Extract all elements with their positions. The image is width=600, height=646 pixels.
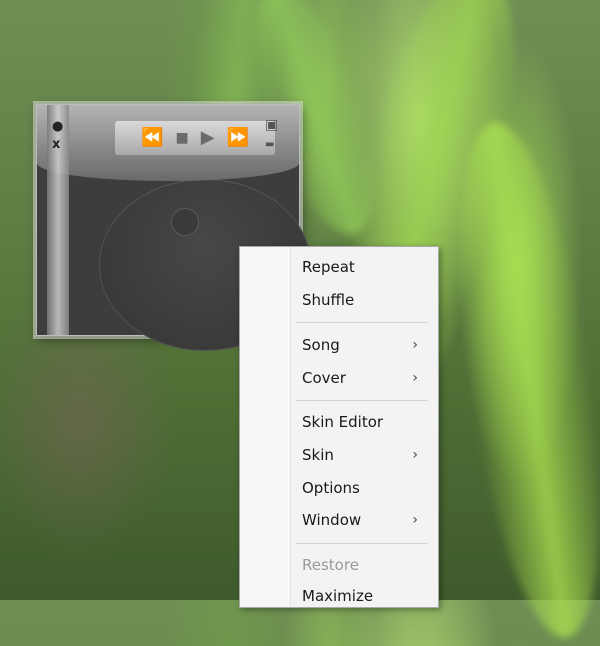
menu-item-label: Restore [302, 556, 359, 574]
menu-item-skin[interactable]: Skin › [302, 443, 432, 467]
submenu-arrow-icon: › [412, 370, 418, 386]
transport-controls: ⏪ ■ ▶ ⏩ [115, 121, 275, 155]
menu-separator [296, 543, 428, 544]
menu-item-shuffle[interactable]: Shuffle [302, 288, 432, 312]
menu-icon-gutter [240, 247, 291, 607]
menu-item-label: Maximize [302, 587, 374, 605]
submenu-arrow-icon: › [412, 512, 418, 528]
menu-item-label: Shuffle [302, 291, 355, 309]
menu-item-repeat[interactable]: Repeat [302, 255, 432, 279]
menu-item-skin-editor[interactable]: Skin Editor [302, 410, 432, 434]
menu-item-label: Window [302, 511, 362, 529]
menu-separator [296, 400, 428, 401]
context-menu: Repeat Shuffle Song › Cover › Skin Edito… [239, 246, 439, 608]
menu-item-window[interactable]: Window › [302, 508, 432, 532]
play-icon[interactable]: ▶ [201, 129, 215, 147]
menu-item-cover[interactable]: Cover › [302, 366, 432, 390]
maximize-icon[interactable]: ▣ [265, 117, 278, 133]
submenu-arrow-icon: › [412, 447, 418, 463]
minimize-icon[interactable]: ▬ [265, 139, 274, 150]
menu-item-label: Skin [302, 446, 334, 464]
fast-forward-icon[interactable]: ⏩ [227, 129, 249, 147]
disc-hub [171, 208, 199, 236]
menu-item-song[interactable]: Song › [302, 333, 432, 357]
menu-item-label: Song [302, 336, 340, 354]
menu-item-label: Cover [302, 369, 346, 387]
submenu-arrow-icon: › [412, 337, 418, 353]
player-close-button[interactable]: x [52, 137, 60, 152]
stop-icon[interactable]: ■ [175, 131, 188, 145]
player-dot-button[interactable]: ● [52, 119, 63, 134]
menu-item-options[interactable]: Options [302, 476, 432, 500]
menu-item-maximize[interactable]: Maximize [302, 584, 432, 608]
menu-item-restore: Restore [302, 553, 432, 577]
rewind-icon[interactable]: ⏪ [141, 129, 163, 147]
menu-item-label: Skin Editor [302, 413, 384, 431]
menu-item-label: Repeat [302, 258, 355, 276]
menu-separator [296, 322, 428, 323]
menu-item-label: Options [302, 479, 360, 497]
